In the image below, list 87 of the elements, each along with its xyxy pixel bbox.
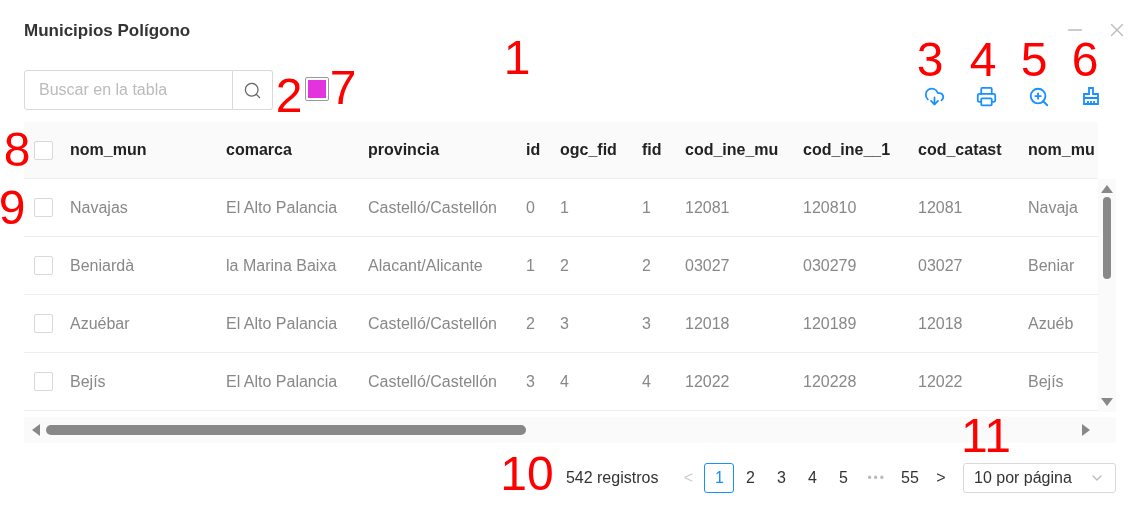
- table-cell-text: 12081: [917, 197, 964, 218]
- table-cell-text: 1: [641, 197, 652, 218]
- table-cell-text: 12022: [917, 371, 964, 392]
- table-cell-text: 1: [559, 197, 570, 218]
- table-cell-text: 120189: [802, 313, 858, 334]
- scrollbar-thumb[interactable]: [46, 425, 526, 435]
- table-cell-text: 12022: [684, 371, 731, 392]
- callout-number: 7: [329, 68, 357, 108]
- table-cell-text: 03027: [917, 255, 964, 276]
- select-all-checkbox[interactable]: [34, 140, 53, 160]
- table-cell-text: 12018: [684, 313, 731, 334]
- callout-number: 8: [3, 130, 31, 170]
- column-header[interactable]: ogc_fid: [550, 122, 632, 178]
- zoom-in-icon: [1028, 86, 1050, 108]
- window-title: Municipios Polígono: [24, 21, 191, 41]
- table-cell-text: 1: [525, 255, 536, 276]
- clear-button[interactable]: [1081, 86, 1101, 108]
- row-checkbox[interactable]: [34, 198, 53, 217]
- callout-number: 9: [0, 188, 26, 228]
- row-checkbox[interactable]: [34, 372, 53, 391]
- table-cell-text: 4: [641, 371, 652, 392]
- page-size-select[interactable]: 10 por página: [963, 463, 1116, 493]
- search-button[interactable]: [233, 70, 273, 110]
- zoom-button[interactable]: [1028, 86, 1050, 108]
- column-header[interactable]: provincia: [358, 122, 516, 178]
- table-cell-text: 0: [525, 197, 536, 218]
- scroll-right-icon[interactable]: [1082, 424, 1090, 436]
- table-cell-text: El Alto Palancia: [225, 371, 339, 392]
- table-cell-text: Beniar: [1027, 255, 1076, 276]
- table-cell-text: Navajas: [69, 197, 129, 218]
- callout-number: 11: [961, 416, 1011, 456]
- table-cell-text: 4: [559, 371, 570, 392]
- callout-number: 6: [1071, 40, 1099, 80]
- column-header[interactable]: comarca: [216, 122, 358, 178]
- print-button[interactable]: [976, 86, 997, 108]
- table-cell-text: 030279: [802, 255, 858, 276]
- table-cell-text: la Marina Baixa: [225, 255, 338, 276]
- printer-icon: [976, 86, 997, 107]
- scroll-up-icon[interactable]: [1101, 185, 1113, 193]
- callout-number: 2: [275, 76, 303, 116]
- callout-number: 10: [500, 454, 554, 494]
- table-cell-text: Bejís: [69, 371, 107, 392]
- table-cell-text: 2: [559, 255, 570, 276]
- table-cell-text: 03027: [684, 255, 731, 276]
- search-icon: [243, 80, 262, 100]
- table-cell-text: El Alto Palancia: [225, 197, 339, 218]
- table-cell-text: Castelló/Castellón: [367, 371, 498, 392]
- scroll-down-icon[interactable]: [1101, 398, 1113, 406]
- table-cell-text: 2: [525, 313, 536, 334]
- table-cell-text: 2: [641, 255, 652, 276]
- broom-icon: [1081, 86, 1101, 106]
- table-cell-text: 120228: [802, 371, 858, 392]
- column-header[interactable]: cod_ine__1: [793, 122, 908, 178]
- callout-number: 3: [916, 40, 944, 80]
- column-header[interactable]: nom_mun: [60, 122, 216, 178]
- table-cell-text: 120810: [802, 197, 858, 218]
- vertical-scrollbar[interactable]: [1098, 179, 1116, 412]
- table-cell-text: 3: [525, 371, 536, 392]
- callout-number: 4: [969, 40, 997, 80]
- table-cell-text: Alacant/Alicante: [367, 255, 484, 276]
- scroll-left-icon[interactable]: [32, 424, 40, 436]
- table-cell-text: Castelló/Castellón: [367, 313, 498, 334]
- table-cell-text: 12081: [684, 197, 731, 218]
- download-button[interactable]: [924, 86, 945, 108]
- column-header[interactable]: cod_ine_mu: [675, 122, 793, 178]
- table-cell-text: Navaja: [1027, 197, 1079, 218]
- column-header[interactable]: nom_mu: [1018, 122, 1098, 178]
- cloud-download-icon: [924, 86, 945, 107]
- table-cell-text: Azuébar: [69, 313, 131, 334]
- record-count: 542 registros: [565, 469, 659, 487]
- row-checkbox[interactable]: [34, 256, 53, 275]
- callout-number: 1: [503, 38, 531, 78]
- table-cell-text: El Alto Palancia: [225, 313, 339, 334]
- table-cell-text: Bejís: [1027, 371, 1065, 392]
- callout-number: 5: [1020, 40, 1048, 80]
- table-cell-text: Castelló/Castellón: [367, 197, 498, 218]
- search-field[interactable]: Buscar en la tabla: [24, 70, 233, 110]
- column-header[interactable]: fid: [632, 122, 675, 178]
- scrollbar-thumb[interactable]: [1103, 197, 1111, 279]
- table-cell-text: Beniardà: [69, 255, 136, 276]
- column-header[interactable]: id: [516, 122, 550, 178]
- table-cell-text: 12018: [917, 313, 964, 334]
- column-header[interactable]: cod_catast: [908, 122, 1018, 178]
- row-checkbox[interactable]: [34, 314, 53, 333]
- table-cell-text: 3: [641, 313, 652, 334]
- table-cell-text: 3: [559, 313, 570, 334]
- table-cell-text: Azuéb: [1027, 313, 1075, 334]
